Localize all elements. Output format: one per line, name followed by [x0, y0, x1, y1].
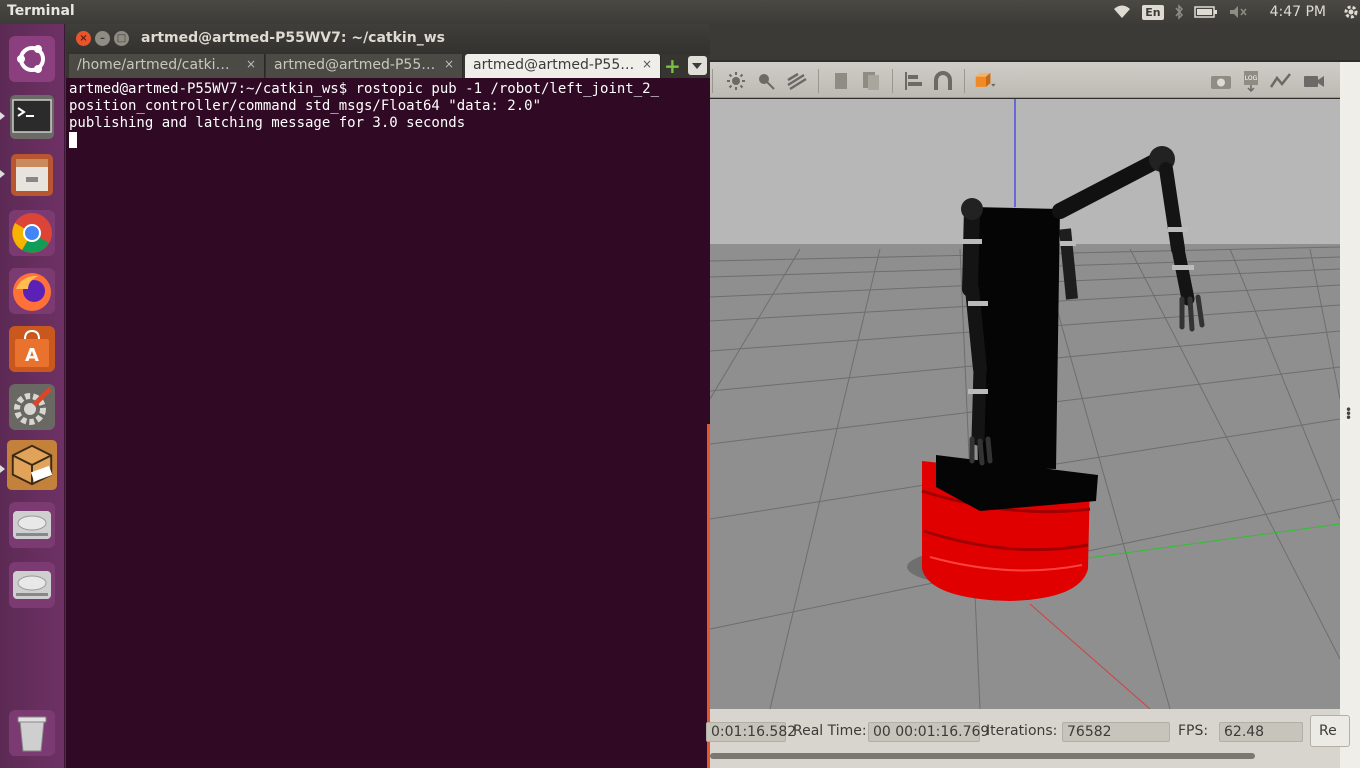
tab-label: artmed@artmed-P55…: [274, 57, 436, 73]
screenshot-camera-icon[interactable]: [1210, 70, 1232, 92]
terminal-line: publishing and latching message for 3.0 …: [69, 115, 466, 131]
terminal-window[interactable]: × – □ artmed@artmed-P55WV7: ~/catkin_ws …: [66, 24, 710, 768]
window-minimize-button[interactable]: –: [95, 31, 110, 46]
box-package-icon: [7, 440, 57, 490]
running-indicator: [0, 465, 5, 473]
ubuntu-dash-button[interactable]: [7, 34, 57, 84]
tab-close-icon[interactable]: ×: [444, 57, 454, 71]
launcher-terminal[interactable]: [7, 92, 57, 142]
active-indicator: [0, 112, 5, 120]
battery-icon[interactable]: [1193, 5, 1218, 19]
new-tab-plus-icon[interactable]: +: [664, 56, 681, 76]
top-panel: Terminal En 4:47 PM: [0, 0, 1360, 24]
launcher-files[interactable]: [7, 150, 57, 200]
tab-list-dropdown-icon[interactable]: [688, 56, 707, 75]
launcher: A: [0, 24, 65, 768]
terminal-titlebar[interactable]: × – □ artmed@artmed-P55WV7: ~/catkin_ws: [66, 24, 710, 54]
shopping-bag-icon: A: [9, 326, 55, 372]
settings-wrench-icon: [9, 384, 55, 430]
fps-label: FPS:: [1178, 723, 1209, 739]
terminal-icon: [10, 95, 54, 139]
directional-light-icon[interactable]: [786, 70, 808, 92]
iterations-field: 76582: [1062, 722, 1170, 742]
gazebo-window: LOG • • • 0:01:16.582 Real Time: 00 00:0…: [706, 24, 1360, 768]
terminal-tab-3[interactable]: artmed@artmed-P55… ×: [465, 54, 661, 78]
plot-graph-icon[interactable]: [1270, 70, 1292, 92]
video-record-icon[interactable]: [1303, 70, 1325, 92]
file-cabinet-icon: [11, 154, 53, 196]
launcher-chrome[interactable]: [7, 208, 57, 258]
wifi-icon[interactable]: [1112, 4, 1132, 20]
bluetooth-icon[interactable]: [1174, 4, 1184, 20]
tab-close-icon[interactable]: ×: [246, 57, 256, 71]
real-time-field: 00 00:01:16.769: [868, 722, 989, 742]
active-app-title: Terminal: [7, 3, 75, 19]
launcher-sublime-text[interactable]: [7, 440, 57, 490]
toolbar-separator: [964, 69, 965, 93]
trash-icon: [9, 710, 55, 756]
window-maximize-button[interactable]: □: [114, 31, 129, 46]
launcher-disk-2[interactable]: [7, 560, 57, 610]
view-angle-cube-icon[interactable]: [975, 70, 997, 92]
fps-field: 62.48: [1219, 722, 1303, 742]
svg-text:A: A: [25, 345, 39, 366]
hard-drive-icon: [9, 502, 55, 548]
hard-drive-icon: [9, 562, 55, 608]
window-close-button[interactable]: ×: [76, 31, 91, 46]
gazebo-status-bar: 0:01:16.582 Real Time: 00 00:01:16.769 I…: [706, 709, 1350, 768]
launcher-software-center[interactable]: A: [7, 324, 57, 374]
paste-icon[interactable]: [860, 70, 882, 92]
running-indicator: [0, 170, 5, 178]
launcher-disk-1[interactable]: [7, 500, 57, 550]
gazebo-right-panel-strip[interactable]: • • •: [1340, 62, 1360, 768]
ubuntu-logo-icon: [9, 36, 55, 82]
status-horizontal-scrollbar[interactable]: [710, 753, 1255, 759]
align-icon[interactable]: [903, 70, 925, 92]
gazebo-toolbar: LOG: [710, 62, 1340, 98]
volume-muted-icon[interactable]: [1228, 4, 1248, 20]
terminal-tabbar: /home/artmed/catki… × artmed@artmed-P55……: [66, 54, 710, 78]
copy-icon[interactable]: [830, 70, 852, 92]
tab-label: artmed@artmed-P55…: [473, 57, 635, 73]
reset-time-button[interactable]: Re: [1310, 715, 1350, 747]
real-time-label: Real Time:: [793, 723, 867, 739]
panel-drag-handle-icon[interactable]: • • •: [1345, 404, 1352, 424]
window-title: artmed@artmed-P55WV7: ~/catkin_ws: [141, 30, 445, 46]
svg-text:LOG: LOG: [1245, 75, 1258, 82]
terminal-tab-1[interactable]: /home/artmed/catki… ×: [69, 54, 265, 78]
launcher-firefox[interactable]: [7, 266, 57, 316]
sim-time-field: 0:01:16.582: [706, 722, 796, 742]
tab-close-icon[interactable]: ×: [642, 57, 652, 71]
firefox-icon: [9, 268, 55, 314]
iterations-label: Iterations:: [986, 723, 1058, 739]
gazebo-scene: [710, 99, 1340, 709]
terminal-tab-2[interactable]: artmed@artmed-P55… ×: [266, 54, 463, 78]
gazebo-3d-viewport[interactable]: [710, 99, 1340, 709]
tab-label: /home/artmed/catki…: [77, 57, 230, 73]
system-tray: En 4:47 PM: [1102, 0, 1360, 24]
toolbar-separator: [892, 69, 893, 93]
launcher-trash[interactable]: [7, 708, 57, 758]
toolbar-separator: [712, 69, 713, 93]
sun-light-icon[interactable]: [725, 70, 747, 92]
clock[interactable]: 4:47 PM: [1270, 4, 1326, 20]
terminal-cursor: [69, 132, 77, 148]
system-gear-icon[interactable]: [1342, 3, 1360, 21]
point-light-icon[interactable]: [755, 70, 777, 92]
launcher-system-settings[interactable]: [7, 382, 57, 432]
terminal-line: artmed@artmed-P55WV7:~/catkin_ws$ rostop…: [69, 81, 660, 97]
keyboard-layout-indicator[interactable]: En: [1142, 4, 1164, 20]
terminal-line: position_controller/command std_msgs/Flo…: [69, 98, 542, 114]
gazebo-titlebar-region: [710, 24, 1360, 60]
terminal-output[interactable]: artmed@artmed-P55WV7:~/catkin_ws$ rostop…: [69, 81, 705, 149]
snap-magnet-icon[interactable]: [932, 70, 954, 92]
toolbar-separator: [818, 69, 819, 93]
log-record-icon[interactable]: LOG: [1240, 70, 1262, 92]
chrome-icon: [9, 210, 55, 256]
